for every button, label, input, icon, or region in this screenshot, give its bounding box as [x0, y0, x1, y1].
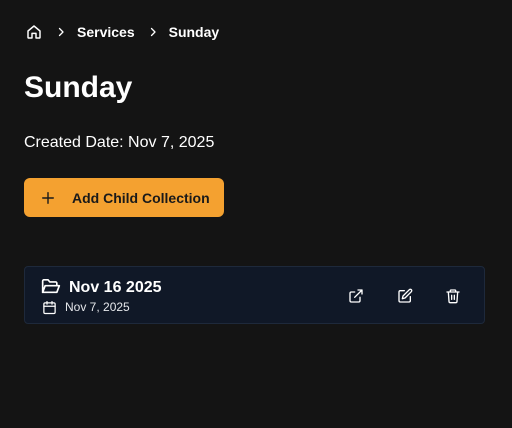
page-title: Sunday — [24, 71, 133, 104]
collection-name[interactable]: Nov 16 2025 — [69, 278, 162, 298]
breadcrumb: Services Sunday — [25, 23, 219, 41]
chevron-right-icon — [145, 24, 161, 40]
home-icon[interactable] — [25, 23, 43, 41]
folder-open-icon — [41, 277, 61, 295]
collection-card[interactable]: Nov 16 2025 Nov 7, 2025 — [24, 266, 485, 324]
edit-icon[interactable] — [395, 286, 415, 306]
add-child-collection-label: Add Child Collection — [72, 189, 210, 206]
plus-icon — [40, 190, 56, 206]
created-date: Created Date: Nov 7, 2025 — [24, 134, 215, 151]
add-child-collection-button[interactable]: Add Child Collection — [24, 178, 224, 217]
breadcrumb-item-services[interactable]: Services — [77, 23, 135, 41]
external-link-icon[interactable] — [346, 286, 366, 306]
trash-icon[interactable] — [443, 286, 463, 306]
collection-date: Nov 7, 2025 — [65, 300, 130, 314]
chevron-right-icon — [53, 24, 69, 40]
breadcrumb-item-sunday[interactable]: Sunday — [169, 23, 220, 41]
page: Services Sunday Sunday Created Date: Nov… — [0, 0, 512, 428]
calendar-icon — [41, 299, 57, 315]
